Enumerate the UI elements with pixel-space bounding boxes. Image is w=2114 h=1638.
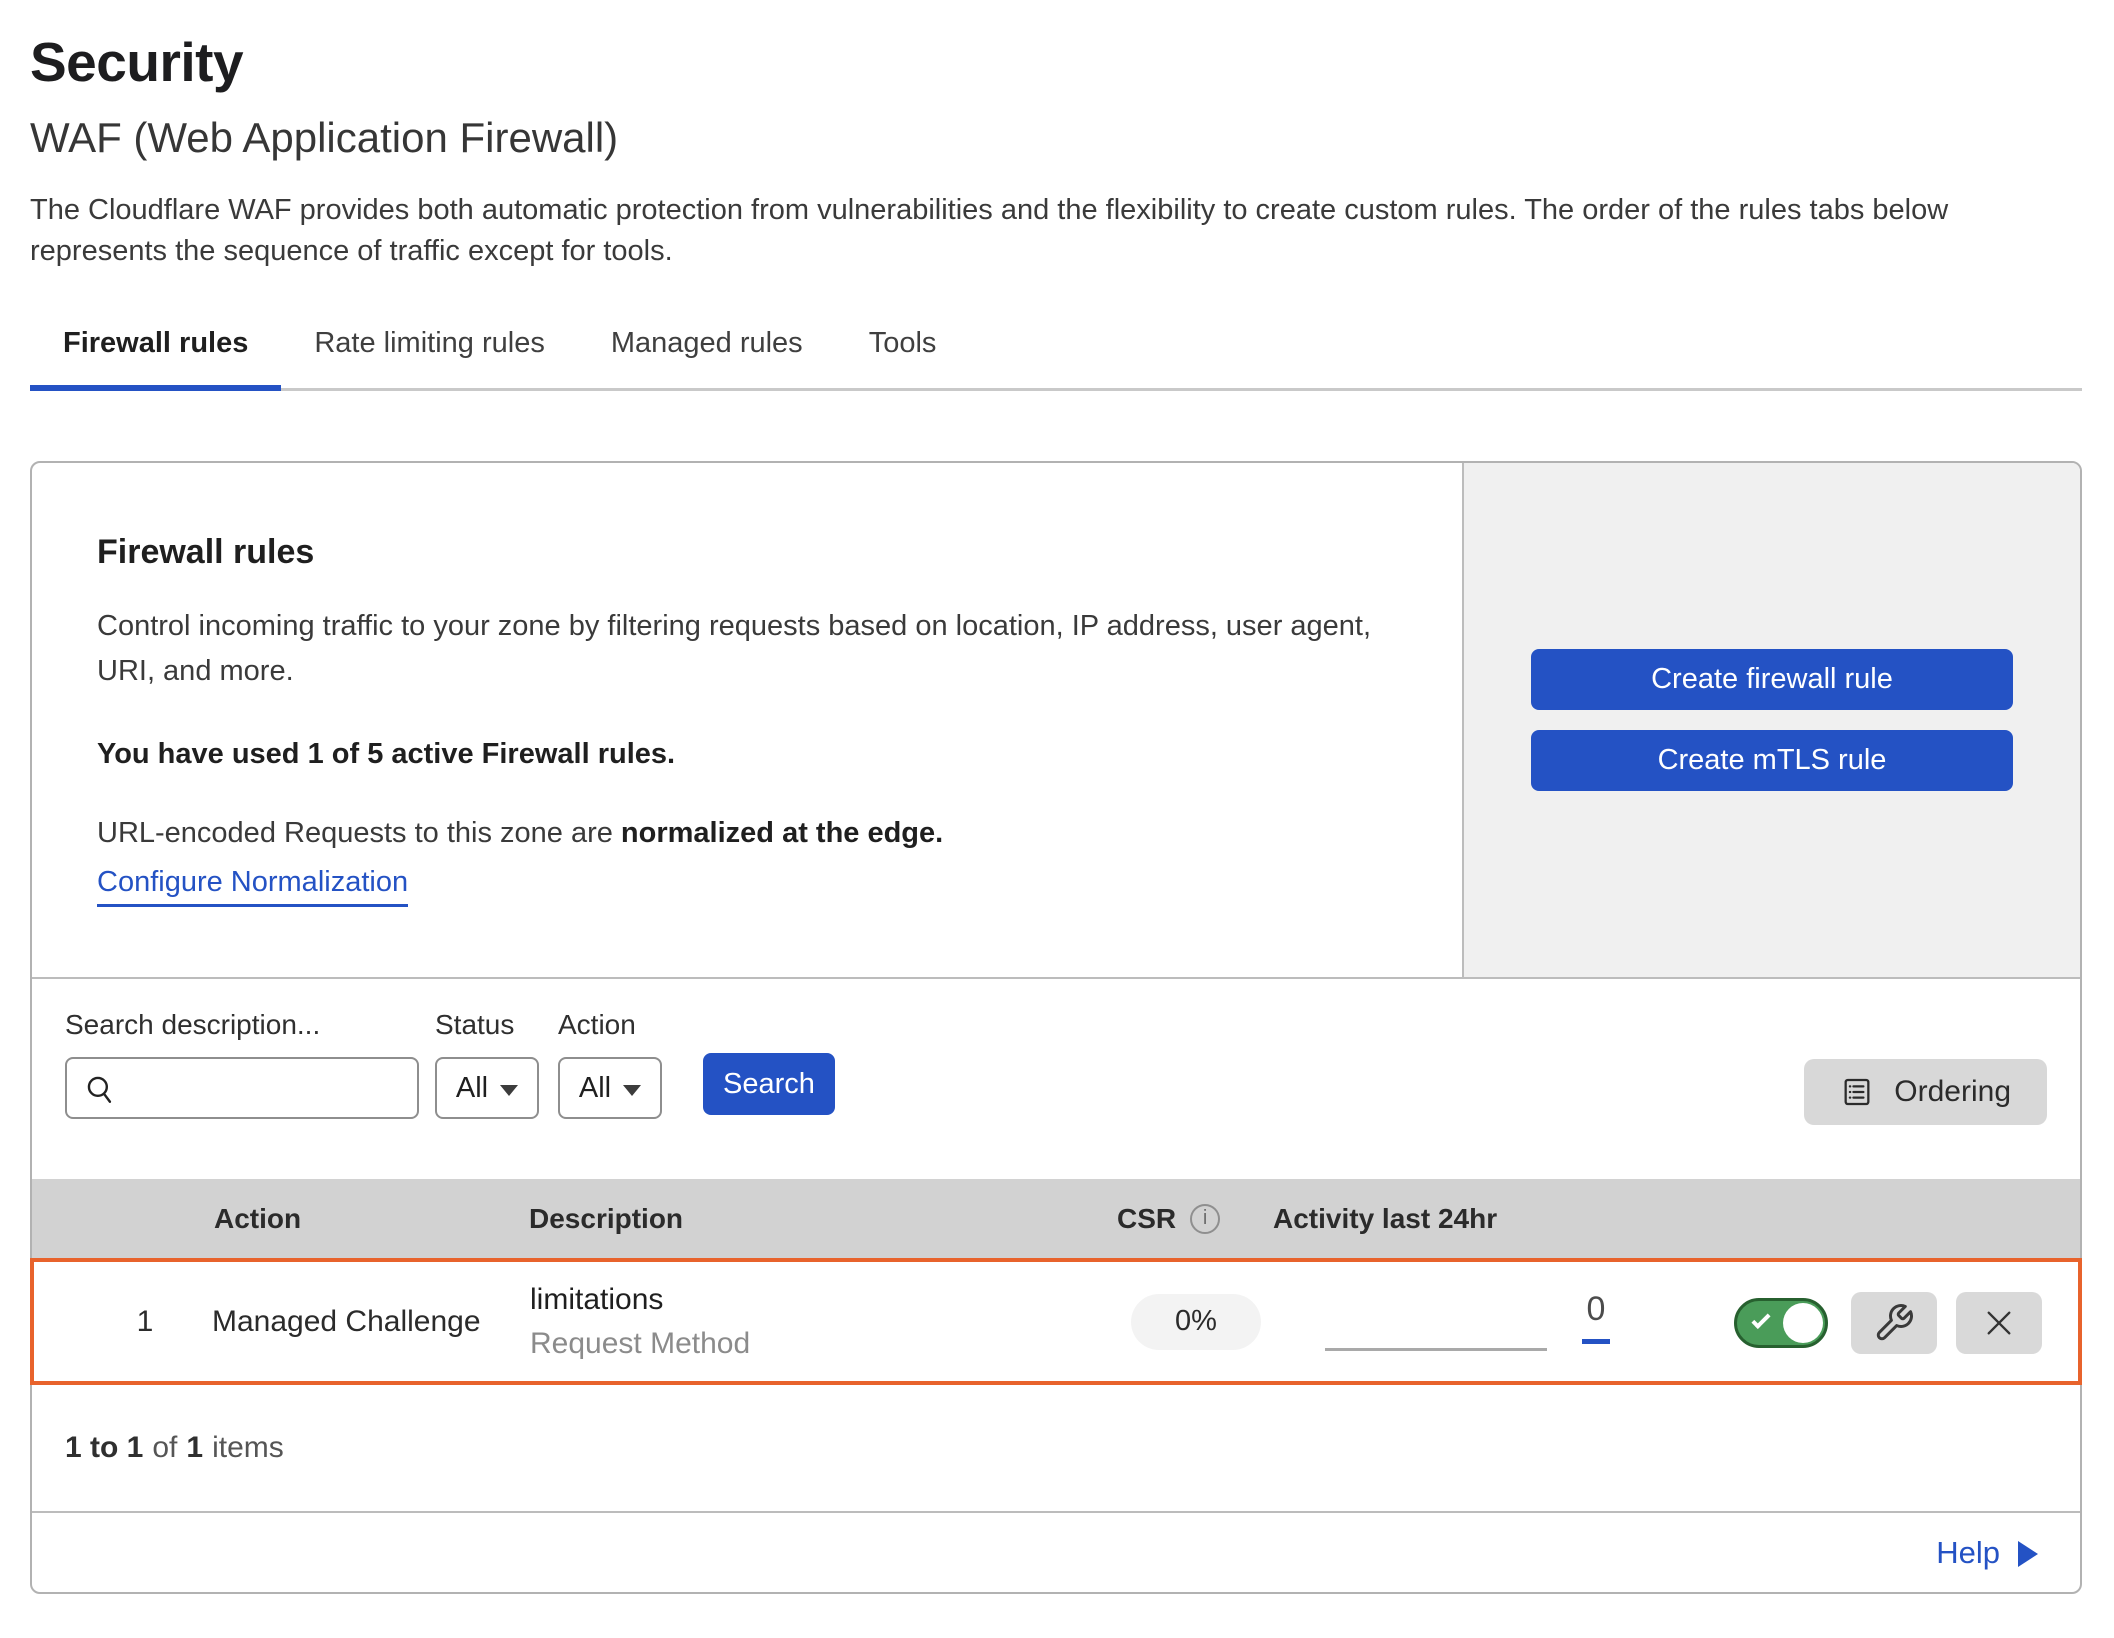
rules-table-header: Action Description CSR Activity last 24h… bbox=[32, 1179, 2080, 1258]
create-firewall-rule-button[interactable]: Create firewall rule bbox=[1531, 649, 2013, 710]
csr-label: CSR bbox=[1117, 1203, 1176, 1235]
action-filter-group: Action All bbox=[558, 1009, 662, 1119]
tab-rate-limiting-rules[interactable]: Rate limiting rules bbox=[281, 321, 577, 388]
search-box bbox=[65, 1057, 419, 1119]
normalization-note: URL-encoded Requests to this zone are no… bbox=[97, 817, 1402, 850]
search-input[interactable] bbox=[125, 1059, 415, 1117]
status-selected-value: All bbox=[456, 1072, 488, 1105]
normalization-text: URL-encoded Requests to this zone are bbox=[97, 817, 613, 849]
items-text: items bbox=[212, 1431, 284, 1465]
status-label: Status bbox=[435, 1009, 539, 1041]
column-header-action: Action bbox=[214, 1203, 301, 1235]
delete-rule-button[interactable] bbox=[1956, 1292, 2042, 1354]
wrench-icon bbox=[1873, 1302, 1915, 1344]
filters-row: Search description... Status All bbox=[65, 1009, 2047, 1119]
activity-count-underline bbox=[1582, 1339, 1610, 1344]
page-header: Security WAF (Web Application Firewall) … bbox=[30, 0, 2082, 271]
panel-description: Control incoming traffic to your zone by… bbox=[97, 604, 1402, 694]
chevron-down-icon bbox=[623, 1085, 641, 1096]
help-link[interactable]: Help bbox=[1936, 1535, 2038, 1571]
configure-normalization-link[interactable]: Configure Normalization bbox=[97, 866, 408, 907]
of-text: of bbox=[152, 1431, 177, 1465]
ordering-button[interactable]: Ordering bbox=[1804, 1059, 2047, 1125]
status-select[interactable]: All bbox=[435, 1057, 539, 1119]
items-total: 1 bbox=[186, 1431, 203, 1465]
items-range: 1 to 1 bbox=[65, 1431, 143, 1465]
help-label: Help bbox=[1936, 1535, 2000, 1571]
rules-filter-bar: Search description... Status All bbox=[32, 977, 2080, 1179]
activity-count-link[interactable]: 0 bbox=[1574, 1290, 1618, 1344]
column-header-csr: CSR bbox=[1117, 1203, 1220, 1235]
chevron-down-icon bbox=[500, 1085, 518, 1096]
action-selected-value: All bbox=[579, 1072, 611, 1105]
toggle-knob bbox=[1783, 1303, 1823, 1343]
ordering-button-label: Ordering bbox=[1894, 1075, 2011, 1109]
search-filter-group: Search description... bbox=[65, 1009, 419, 1119]
activity-sparkline bbox=[1325, 1348, 1547, 1351]
csr-value-badge: 0% bbox=[1131, 1294, 1261, 1350]
rule-description-name: limitations bbox=[530, 1283, 750, 1317]
table-row-highlighted: 1 Managed Challenge limitations Request … bbox=[30, 1258, 2082, 1385]
check-icon bbox=[1751, 1310, 1770, 1329]
panel-heading: Firewall rules bbox=[97, 533, 1402, 572]
tab-tools[interactable]: Tools bbox=[836, 321, 970, 388]
rule-priority: 1 bbox=[110, 1305, 180, 1339]
rules-tab-bar: Firewall rules Rate limiting rules Manag… bbox=[30, 321, 2082, 391]
close-icon bbox=[1980, 1304, 2018, 1342]
info-icon[interactable] bbox=[1190, 1204, 1220, 1234]
firewall-rules-info: Firewall rules Control incoming traffic … bbox=[32, 463, 1462, 977]
column-header-description: Description bbox=[529, 1203, 683, 1235]
search-label: Search description... bbox=[65, 1009, 419, 1041]
column-header-activity: Activity last 24hr bbox=[1273, 1203, 1497, 1235]
activity-count-value: 0 bbox=[1587, 1290, 1606, 1328]
page-title: Security bbox=[30, 0, 2082, 94]
card-help-row: Help bbox=[32, 1511, 2080, 1592]
search-button[interactable]: Search bbox=[703, 1053, 835, 1115]
normalization-bold: normalized at the edge. bbox=[621, 817, 943, 849]
action-label: Action bbox=[558, 1009, 662, 1041]
rule-description: limitations Request Method bbox=[530, 1283, 750, 1361]
create-rule-actions: Create firewall rule Create mTLS rule bbox=[1462, 463, 2080, 977]
usage-summary: You have used 1 of 5 active Firewall rul… bbox=[97, 738, 1402, 771]
arrow-right-icon bbox=[2018, 1541, 2038, 1567]
create-mtls-rule-button[interactable]: Create mTLS rule bbox=[1531, 730, 2013, 791]
list-order-icon bbox=[1840, 1075, 1874, 1109]
action-select[interactable]: All bbox=[558, 1057, 662, 1119]
page-description: The Cloudflare WAF provides both automat… bbox=[30, 190, 2082, 271]
rule-description-field: Request Method bbox=[530, 1327, 750, 1361]
table-pagination-summary: 1 to 1 of 1 items bbox=[32, 1385, 2080, 1511]
edit-rule-button[interactable] bbox=[1851, 1292, 1937, 1354]
firewall-rules-overview: Firewall rules Control incoming traffic … bbox=[32, 463, 2080, 977]
rule-enabled-toggle[interactable] bbox=[1734, 1298, 1828, 1348]
status-filter-group: Status All bbox=[435, 1009, 539, 1119]
rule-action: Managed Challenge bbox=[212, 1305, 481, 1339]
search-icon bbox=[83, 1072, 117, 1106]
tab-firewall-rules[interactable]: Firewall rules bbox=[30, 321, 281, 388]
tab-managed-rules[interactable]: Managed rules bbox=[578, 321, 836, 388]
page-subtitle: WAF (Web Application Firewall) bbox=[30, 114, 2082, 162]
security-waf-page: Security WAF (Web Application Firewall) … bbox=[0, 0, 2114, 1638]
firewall-rules-card: Firewall rules Control incoming traffic … bbox=[30, 461, 2082, 1594]
